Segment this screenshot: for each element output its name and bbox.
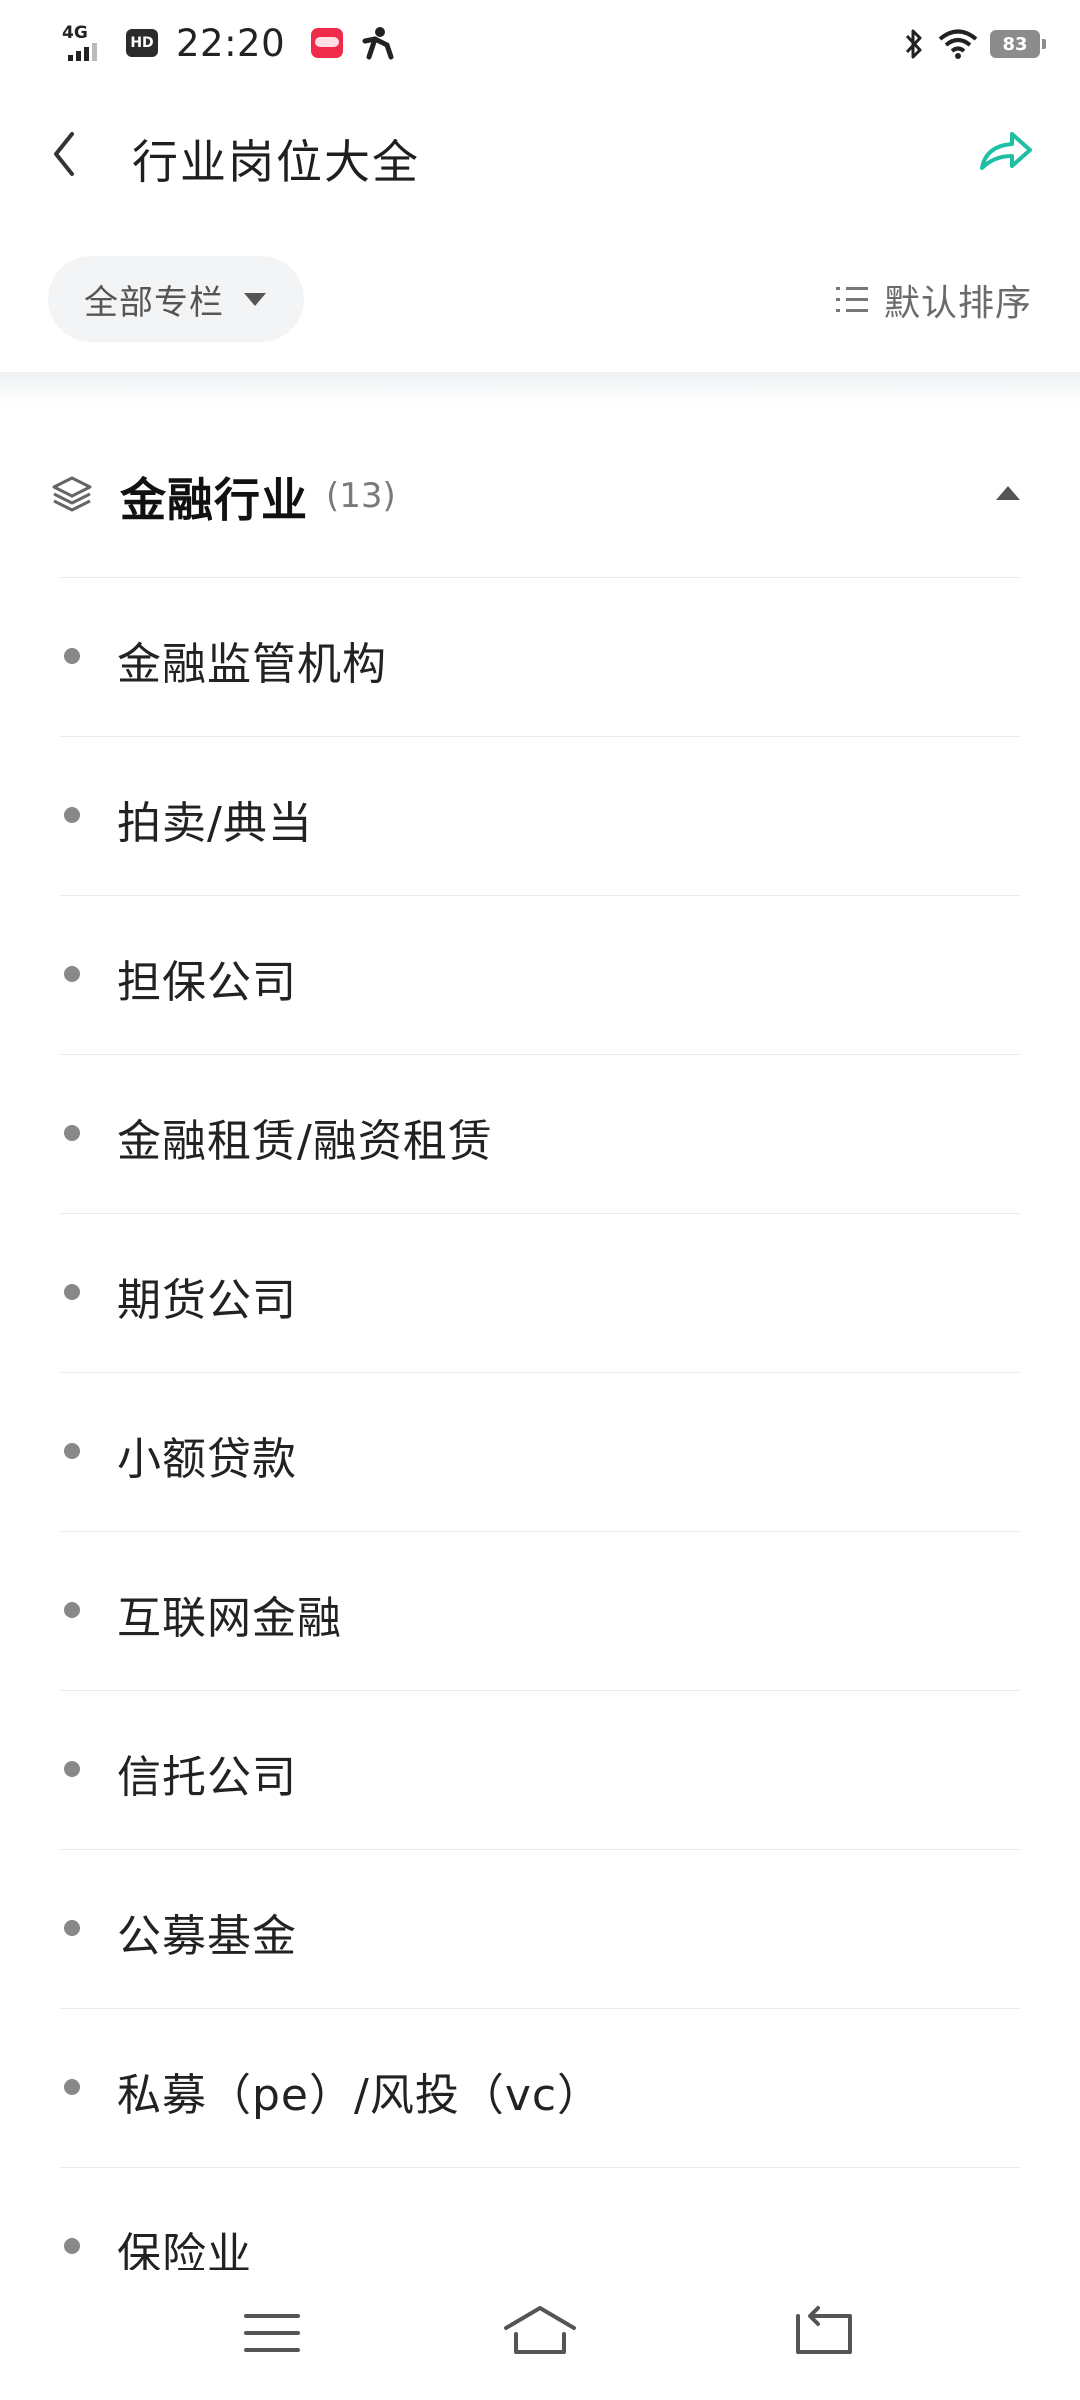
hd-badge: HD bbox=[126, 29, 158, 57]
bullet-icon bbox=[64, 1920, 80, 1936]
person-icon bbox=[362, 27, 394, 60]
sort-label: 默认排序 bbox=[883, 283, 1032, 324]
category-header[interactable]: 金融行业 (13) bbox=[0, 452, 1080, 572]
status-time: 22:20 bbox=[176, 21, 286, 65]
category-item-list: 金融监管机构 拍卖/典当 担保公司 金融租赁/融资租赁 期货公司 小额贷款 互联… bbox=[0, 577, 1080, 2326]
list-item-label: 公募基金 bbox=[117, 1911, 297, 1962]
dropdown-label: 全部专栏 bbox=[84, 282, 224, 323]
layers-icon bbox=[52, 476, 92, 512]
home-icon[interactable] bbox=[500, 2298, 580, 2368]
list-item[interactable]: 互联网金融 bbox=[60, 1531, 1020, 1690]
list-item[interactable]: 期货公司 bbox=[60, 1213, 1020, 1372]
page-title: 行业岗位大全 bbox=[132, 135, 420, 189]
list-item[interactable]: 金融租赁/融资租赁 bbox=[60, 1054, 1020, 1213]
list-item-label: 金融监管机构 bbox=[117, 639, 387, 690]
list-item-label: 互联网金融 bbox=[117, 1593, 342, 1644]
cellular-signal-icon: 4G bbox=[62, 23, 108, 63]
status-bar: 4G HD 22:20 83 bbox=[0, 0, 1080, 90]
list-item-label: 金融租赁/融资租赁 bbox=[117, 1116, 493, 1167]
list-item-label: 私募（pe）/风投（vc） bbox=[117, 2070, 603, 2121]
filter-bar: 全部专栏 默认排序 bbox=[0, 250, 1080, 350]
bullet-icon bbox=[64, 1761, 80, 1777]
collapse-caret-up-icon[interactable] bbox=[996, 486, 1020, 500]
list-item[interactable]: 金融监管机构 bbox=[60, 577, 1020, 736]
back-arrow-icon[interactable] bbox=[42, 126, 86, 182]
caret-down-icon bbox=[244, 292, 266, 306]
list-item-label: 拍卖/典当 bbox=[117, 798, 313, 849]
list-item[interactable]: 担保公司 bbox=[60, 895, 1020, 1054]
bullet-icon bbox=[64, 1443, 80, 1459]
bullet-icon bbox=[64, 1602, 80, 1618]
divider-shadow bbox=[0, 372, 1080, 406]
wifi-icon bbox=[938, 29, 978, 59]
bullet-icon bbox=[64, 2079, 80, 2095]
share-icon[interactable] bbox=[976, 124, 1036, 180]
list-item[interactable]: 信托公司 bbox=[60, 1690, 1020, 1849]
bullet-icon bbox=[64, 966, 80, 982]
list-item-label: 期货公司 bbox=[117, 1275, 297, 1326]
category-title: 金融行业 bbox=[120, 473, 308, 527]
column-filter-dropdown[interactable]: 全部专栏 bbox=[48, 256, 304, 342]
bullet-icon bbox=[64, 648, 80, 664]
category-count: (13) bbox=[326, 476, 396, 516]
sort-button[interactable]: 默认排序 bbox=[834, 272, 1032, 328]
app-notification-icon bbox=[311, 28, 344, 58]
top-app-bar: 行业岗位大全 bbox=[0, 100, 1080, 210]
battery-indicator: 83 bbox=[990, 30, 1046, 58]
list-item[interactable]: 私募（pe）/风投（vc） bbox=[60, 2008, 1020, 2167]
network-type: 4G bbox=[62, 23, 88, 43]
bluetooth-icon bbox=[905, 29, 922, 59]
list-item-label: 信托公司 bbox=[117, 1752, 297, 1803]
bullet-icon bbox=[64, 807, 80, 823]
list-sort-icon bbox=[835, 287, 868, 312]
back-icon[interactable] bbox=[782, 2298, 862, 2368]
system-nav-bar bbox=[0, 2270, 1080, 2400]
list-item-label: 小额贷款 bbox=[117, 1434, 297, 1485]
list-item[interactable]: 公募基金 bbox=[60, 1849, 1020, 2008]
bullet-icon bbox=[64, 1284, 80, 1300]
list-item-label: 担保公司 bbox=[117, 957, 297, 1008]
menu-icon[interactable] bbox=[232, 2298, 312, 2368]
bullet-icon bbox=[64, 2238, 80, 2254]
list-item[interactable]: 拍卖/典当 bbox=[60, 736, 1020, 895]
bullet-icon bbox=[64, 1125, 80, 1141]
list-item[interactable]: 小额贷款 bbox=[60, 1372, 1020, 1531]
